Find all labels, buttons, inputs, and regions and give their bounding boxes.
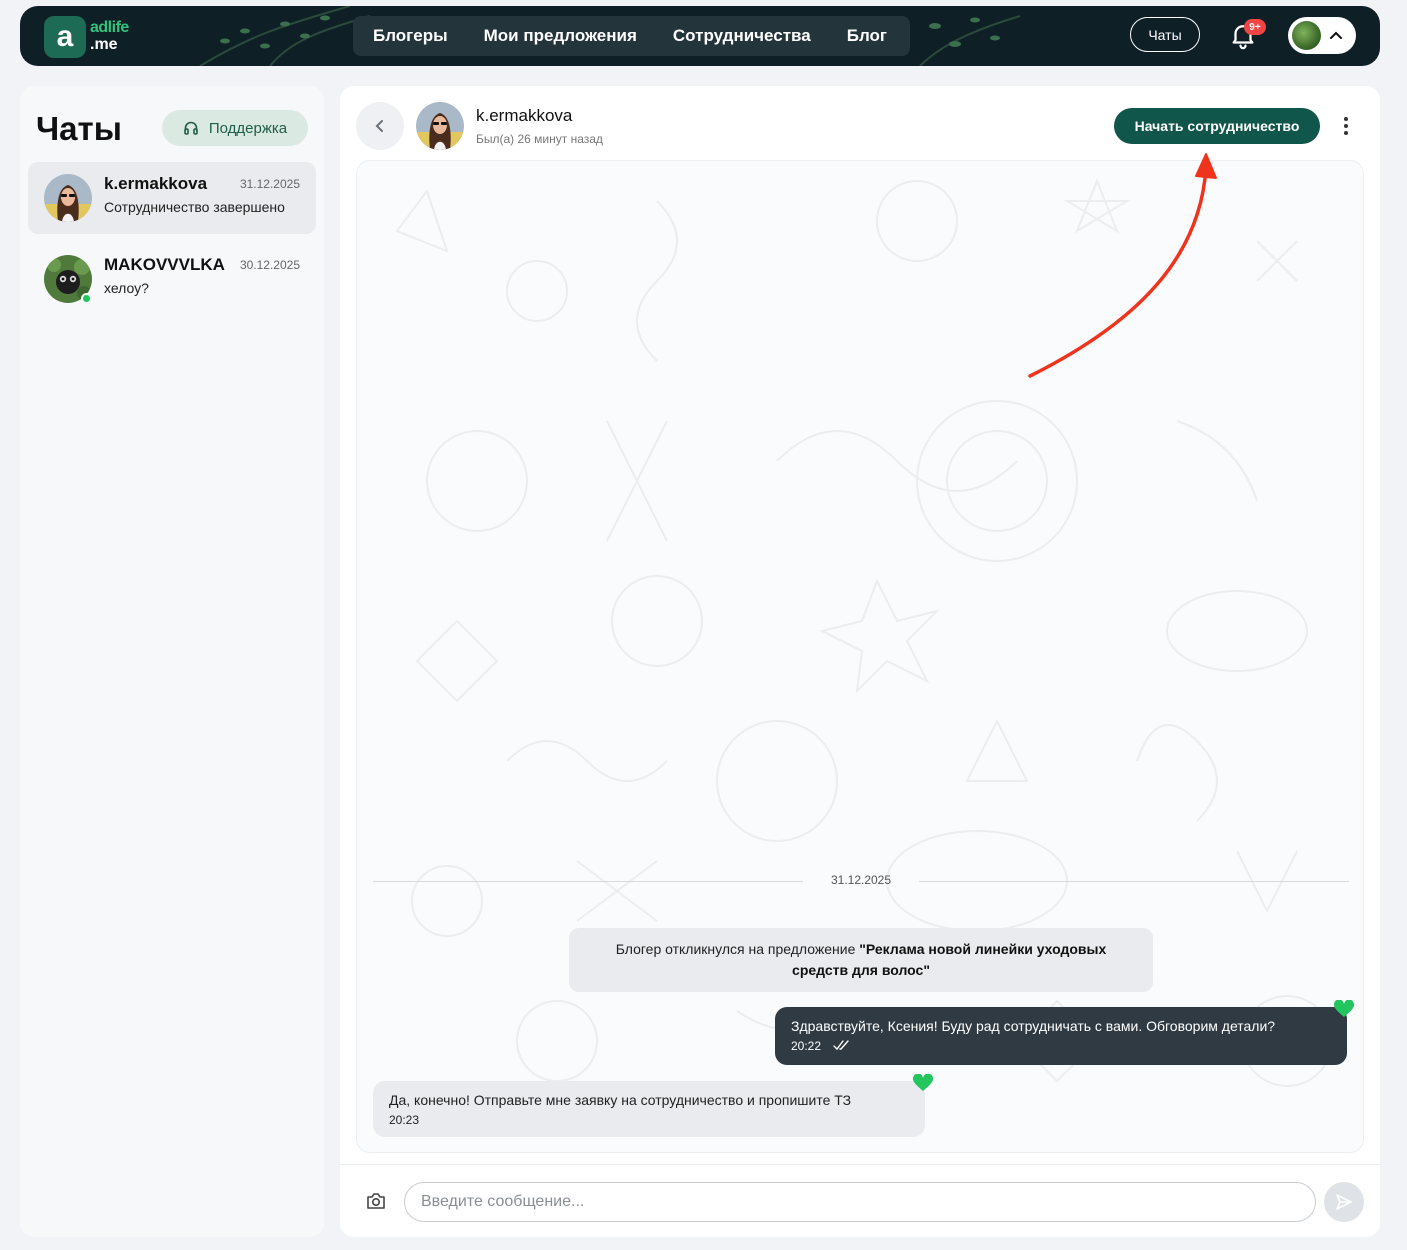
conversation-panel: k.ermakkova Был(а) 26 минут назад Начать… xyxy=(340,86,1380,1237)
logo-text[interactable]: adlife .me xyxy=(90,19,129,53)
chat-name: k.ermakkova xyxy=(104,174,208,193)
message-input[interactable] xyxy=(404,1182,1316,1222)
date-separator: 31.12.2025 xyxy=(373,873,1349,889)
chat-date: 31.12.2025 xyxy=(239,177,300,191)
chats-button[interactable]: Чаты xyxy=(1130,17,1200,52)
system-message: Блогер откликнулся на предложение "Рекла… xyxy=(569,928,1153,992)
double-check-icon xyxy=(833,1040,849,1051)
sidebar-title: Чаты xyxy=(36,110,122,147)
main-nav: Блогеры Мои предложения Сотрудничества Б… xyxy=(353,16,910,56)
heart-icon xyxy=(1334,1000,1354,1017)
heart-icon xyxy=(913,1074,933,1091)
chat-name: MAKOVVVLKA xyxy=(104,255,225,274)
back-chevron-icon xyxy=(375,120,383,132)
top-header: a adlife .me Блогеры Мои предложения Сот… xyxy=(20,6,1380,66)
chat-preview: Сотрудничество завершено xyxy=(104,199,285,215)
profile-menu[interactable] xyxy=(1288,17,1356,54)
nav-collaborations[interactable]: Сотрудничества xyxy=(665,26,819,46)
nav-blog[interactable]: Блог xyxy=(839,26,895,46)
send-button[interactable] xyxy=(1324,1182,1364,1222)
headphones-icon xyxy=(184,121,198,135)
logo-line-2: .me xyxy=(90,36,118,53)
send-icon xyxy=(1336,1194,1352,1210)
camera-icon[interactable] xyxy=(366,1192,386,1210)
avatar[interactable] xyxy=(416,102,464,150)
chat-list-item[interactable]: MAKOVVVLKA 30.12.2025 хелоу? xyxy=(28,243,316,315)
doodle-background xyxy=(395,178,1333,1087)
date-separator-label: 31.12.2025 xyxy=(830,873,892,887)
start-collaboration-button[interactable]: Начать сотрудничество xyxy=(1114,108,1320,144)
online-indicator xyxy=(81,293,92,304)
separator-line xyxy=(919,881,1349,882)
kebab-icon[interactable] xyxy=(1336,114,1356,138)
contact-name[interactable]: k.ermakkova xyxy=(476,106,572,126)
chat-list-item[interactable]: k.ermakkova 31.12.2025 Сотрудничество за… xyxy=(28,162,316,234)
logo-mark[interactable]: a xyxy=(44,16,86,58)
avatar xyxy=(44,174,92,222)
chat-date: 30.12.2025 xyxy=(239,258,300,272)
incoming-message[interactable]: Да, конечно! Отправьте мне заявку на сот… xyxy=(373,1081,925,1137)
avatar xyxy=(1292,21,1321,50)
message-time: 20:22 xyxy=(791,1039,822,1053)
back-button[interactable] xyxy=(356,102,404,150)
chevron-up-icon xyxy=(1330,31,1342,39)
chat-list-sidebar: Чаты Поддержка k.ermakkova 31.12.2025 Со… xyxy=(20,86,324,1237)
outgoing-message[interactable]: Здравствуйте, Ксения! Буду рад сотруднич… xyxy=(775,1007,1347,1065)
nav-bloggers[interactable]: Блогеры xyxy=(365,26,456,46)
message-text: Здравствуйте, Ксения! Буду рад сотруднич… xyxy=(791,1018,1276,1034)
system-message-prefix: Блогер откликнулся на предложение xyxy=(615,941,860,957)
nav-my-offers[interactable]: Мои предложения xyxy=(476,26,645,46)
message-area[interactable]: 31.12.2025 Блогер откликнулся на предлож… xyxy=(356,160,1364,1153)
support-label: Поддержка xyxy=(208,119,288,137)
notifications-badge: 9+ xyxy=(1244,19,1266,35)
support-button[interactable]: Поддержка xyxy=(162,110,308,146)
contact-last-seen: Был(а) 26 минут назад xyxy=(476,132,603,146)
message-time: 20:23 xyxy=(389,1113,420,1127)
logo-line-1: adlife xyxy=(90,19,129,36)
message-composer xyxy=(340,1164,1380,1237)
chat-preview: хелоу? xyxy=(104,280,149,296)
message-text: Да, конечно! Отправьте мне заявку на сот… xyxy=(389,1092,852,1108)
